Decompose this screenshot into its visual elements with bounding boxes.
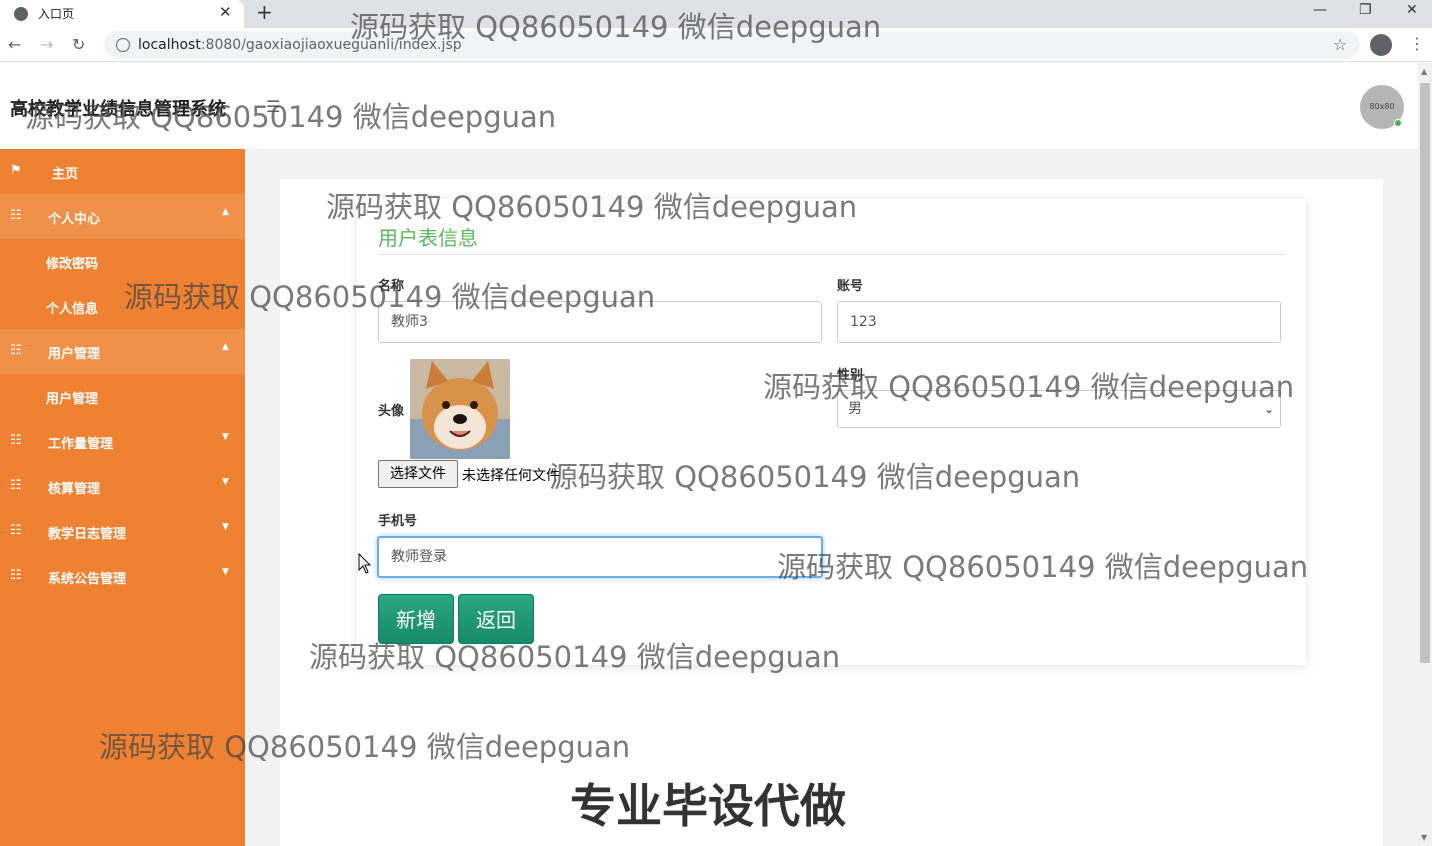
profile-icon[interactable]: [1370, 34, 1392, 56]
tab-title: 入口页: [38, 7, 75, 21]
close-tab-icon[interactable]: ✕: [219, 3, 232, 21]
sidebar-item-user-management[interactable]: ☷ 用户管理 ▲: [0, 329, 245, 374]
caret-down-icon: ▼: [222, 522, 229, 532]
caret-down-icon: ▼: [222, 432, 229, 442]
sidebar-item-label: 系统公告管理: [48, 572, 127, 587]
new-tab-button[interactable]: +: [256, 0, 273, 24]
reload-icon[interactable]: ↻: [72, 35, 85, 54]
grid-icon: ☷: [10, 433, 22, 448]
sidebar-item-user-management-sub[interactable]: 用户管理: [0, 374, 245, 419]
sidebar-item-label: 用户管理: [48, 347, 101, 362]
grid-icon: ☷: [10, 343, 22, 358]
grid-icon: ☷: [10, 208, 22, 223]
sidebar-item-home[interactable]: ⚑ 主页: [0, 149, 245, 194]
watermark: 源码获取 QQ86050149 微信deepguan: [777, 550, 1309, 584]
sidebar-item-announcements[interactable]: ☷ 系统公告管理 ▼: [0, 554, 245, 599]
grid-icon: ☷: [10, 523, 22, 538]
sidebar-item-label: 用户管理: [46, 392, 99, 407]
bookmark-star-icon[interactable]: ☆: [1333, 35, 1347, 54]
watermark: 源码获取 QQ86050149 微信deepguan: [309, 640, 841, 674]
sidebar-item-label: 核算管理: [48, 482, 101, 497]
back-arrow-icon[interactable]: ←: [8, 35, 21, 54]
sidebar-item-label: 教学日志管理: [48, 527, 127, 542]
minimize-button[interactable]: —: [1313, 2, 1327, 18]
close-window-button[interactable]: ✕: [1406, 2, 1418, 18]
watermark: 源码获取 QQ86050149 微信deepguan: [549, 460, 1081, 494]
divider: [378, 254, 1286, 255]
caret-down-icon: ▼: [222, 477, 229, 487]
sidebar-item-label: 个人信息: [46, 302, 99, 317]
mouse-cursor-icon: [358, 553, 372, 574]
watermark: 源码获取 QQ86050149 微信deepguan: [124, 280, 656, 314]
sidebar-item-teaching-log[interactable]: ☷ 教学日志管理 ▼: [0, 509, 245, 554]
grid-icon: ☷: [10, 478, 22, 493]
browser-menu-icon[interactable]: ⋮: [1409, 34, 1425, 53]
avatar-label: 头像: [378, 404, 405, 419]
scroll-thumb[interactable]: [1420, 83, 1430, 663]
online-status-dot: [1394, 119, 1402, 127]
phone-input[interactable]: 教师登录: [377, 536, 823, 578]
sidebar-item-accounting[interactable]: ☷ 核算管理 ▼: [0, 464, 245, 509]
avatar-image: [410, 359, 510, 459]
watermark: 源码获取 QQ86050149 微信deepguan: [99, 730, 631, 764]
bottom-watermark: 专业毕设代做: [570, 779, 846, 833]
watermark: 源码获取 QQ86050149 微信deepguan: [350, 10, 882, 44]
page-scrollbar[interactable]: ▲ ▼: [1418, 63, 1432, 846]
scroll-up-icon[interactable]: ▲: [1421, 67, 1427, 76]
watermark: 源码获取 QQ86050149 微信deepguan: [763, 370, 1295, 404]
url-host: localhost: [138, 37, 201, 53]
info-icon[interactable]: [116, 38, 130, 52]
grid-icon: ☷: [10, 568, 22, 583]
choose-file-button[interactable]: 选择文件: [378, 460, 458, 488]
sidebar-item-label: 工作量管理: [48, 437, 114, 452]
restore-button[interactable]: ❐: [1359, 2, 1372, 18]
watermark: 源码获取 QQ86050149 微信deepguan: [326, 190, 858, 224]
file-status-text: 未选择任何文件: [462, 468, 560, 484]
account-input[interactable]: 123: [837, 301, 1281, 343]
caret-up-icon: ▲: [222, 342, 229, 352]
sidebar-item-label: 主页: [52, 167, 79, 182]
sidebar-item-label: 个人中心: [48, 212, 101, 227]
sidebar-item-workload[interactable]: ☷ 工作量管理 ▼: [0, 419, 245, 464]
caret-down-icon: ▼: [222, 567, 229, 577]
scroll-down-icon[interactable]: ▼: [1421, 833, 1427, 842]
flag-icon: ⚑: [10, 163, 22, 178]
sidebar-item-label: 修改密码: [46, 257, 99, 272]
sidebar-item-personal-center[interactable]: ☷ 个人中心 ▲: [0, 194, 245, 239]
watermark: 源码获取 QQ86050149 微信deepguan: [25, 100, 557, 134]
browser-tab[interactable]: 入口页 ✕: [0, 0, 244, 28]
phone-label: 手机号: [378, 514, 418, 529]
form-title: 用户表信息: [378, 226, 478, 250]
globe-icon: [14, 7, 28, 21]
forward-arrow-icon[interactable]: →: [40, 35, 53, 54]
caret-up-icon: ▲: [222, 207, 229, 217]
account-label: 账号: [837, 279, 864, 294]
